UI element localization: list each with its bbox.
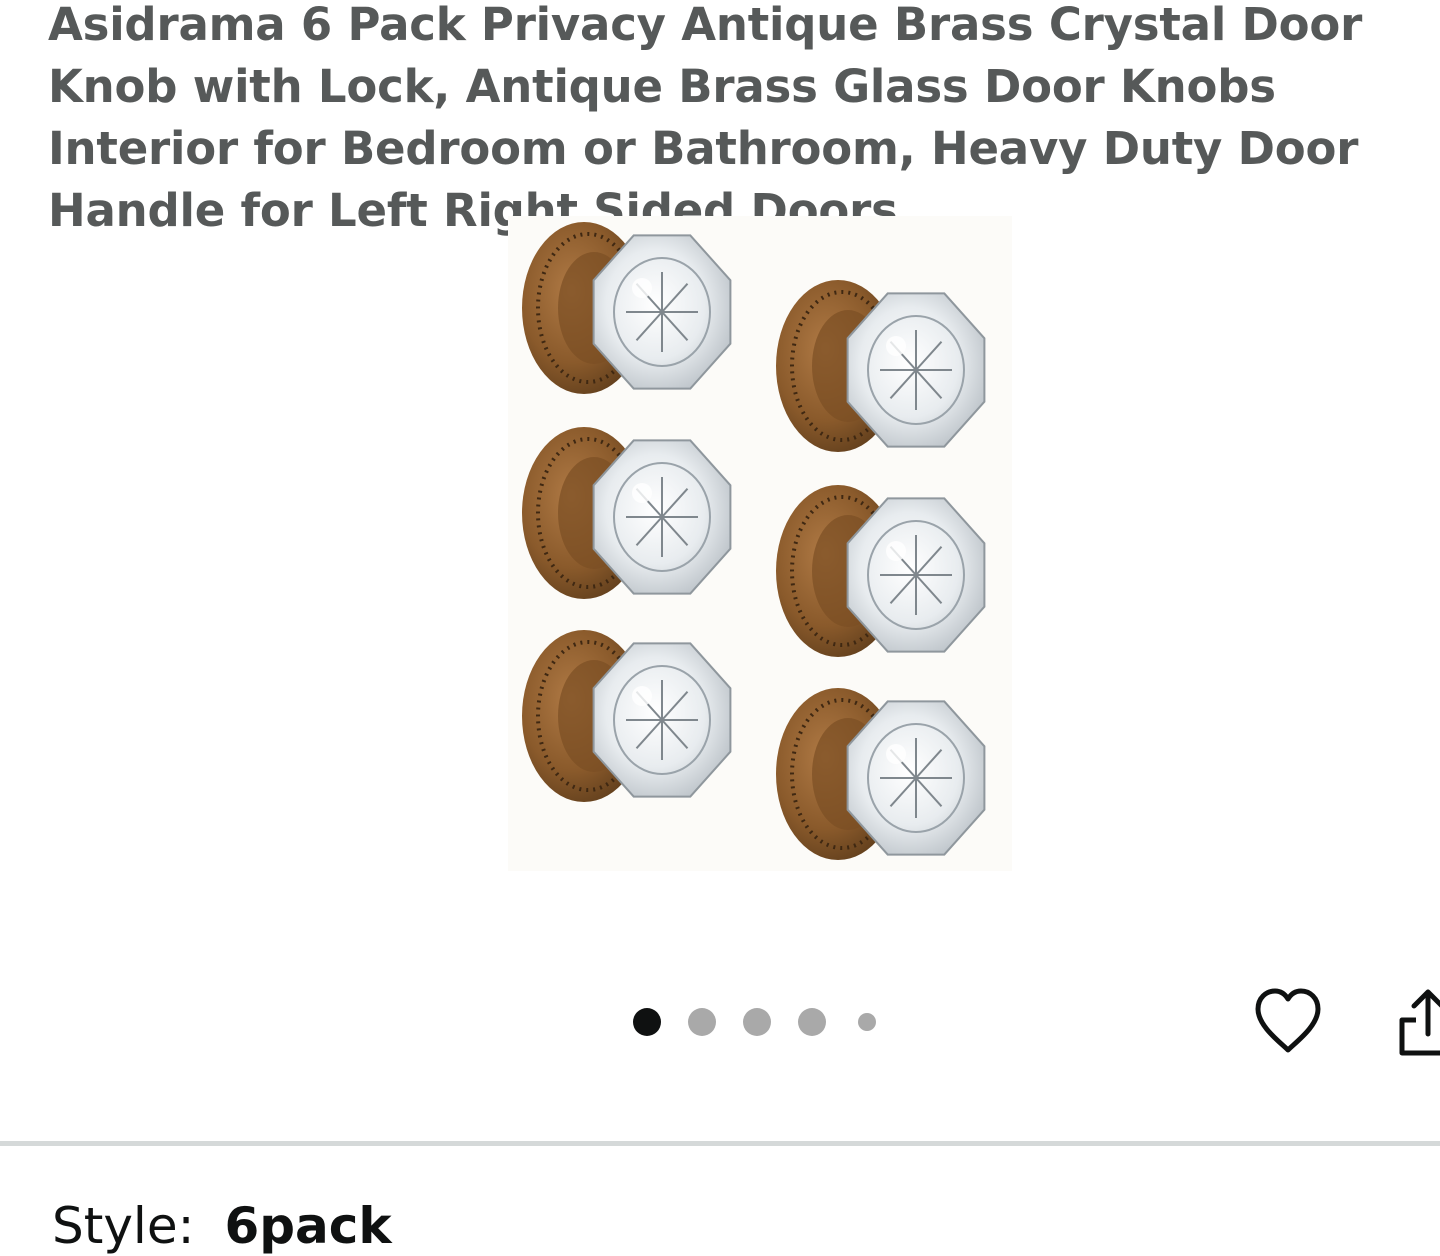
door-knob-6 (776, 688, 986, 860)
door-knob-5 (522, 630, 732, 802)
pagination-dot-3[interactable] (743, 1008, 771, 1036)
section-divider (0, 1141, 1440, 1146)
share-icon (1399, 989, 1440, 1056)
door-knob-1 (522, 222, 732, 394)
gallery-pagination (633, 1008, 903, 1036)
style-selector[interactable]: Style: 6pack (52, 1196, 392, 1256)
pagination-dot-more[interactable] (858, 1013, 876, 1031)
door-knob-2 (776, 280, 986, 452)
wishlist-button[interactable] (1250, 984, 1326, 1060)
pagination-dot-1[interactable] (633, 1008, 661, 1036)
product-title: Asidrama 6 Pack Privacy Antique Brass Cr… (48, 0, 1363, 237)
product-image-gallery[interactable] (508, 216, 1012, 871)
style-value: 6pack (224, 1197, 392, 1255)
product-page: Asidrama 6 Pack Privacy Antique Brass Cr… (0, 0, 1440, 1256)
door-knob-3 (522, 427, 732, 599)
pagination-dot-2[interactable] (688, 1008, 716, 1036)
product-image (522, 222, 986, 860)
pagination-dot-4[interactable] (798, 1008, 826, 1036)
door-knob-4 (776, 485, 986, 657)
heart-icon (1255, 988, 1321, 1053)
share-button[interactable] (1394, 984, 1440, 1060)
style-label: Style: (52, 1197, 195, 1255)
